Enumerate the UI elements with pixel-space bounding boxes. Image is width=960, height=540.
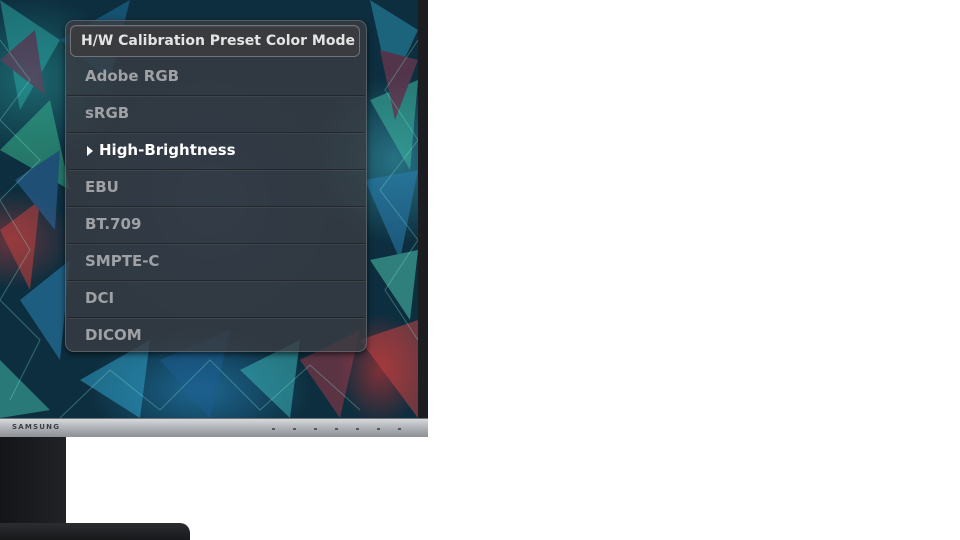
osd-option-adobe-rgb[interactable]: Adobe RGB	[67, 59, 365, 96]
osd-option-label: High-Brightness	[99, 141, 236, 159]
osd-option-smpte-c[interactable]: SMPTE-C	[67, 244, 365, 281]
osd-title: H/W Calibration Preset Color Mode	[81, 33, 355, 49]
control-button[interactable]	[398, 428, 401, 430]
osd-option-srgb[interactable]: sRGB	[67, 96, 365, 133]
osd-option-label: BT.709	[85, 215, 142, 233]
osd-menu: H/W Calibration Preset Color Mode Adobe …	[65, 20, 367, 352]
osd-option-dicom[interactable]: DICOM	[67, 318, 365, 354]
monitor-stand-neck	[0, 437, 66, 525]
stage: SAMSUNG H/W Calibration Preset Color Mod…	[0, 0, 960, 540]
control-button[interactable]	[272, 428, 275, 430]
osd-option-ebu[interactable]: EBU	[67, 170, 365, 207]
control-button[interactable]	[293, 428, 296, 430]
monitor-stand-base	[0, 523, 190, 540]
control-button[interactable]	[335, 428, 338, 430]
monitor-control-buttons	[272, 428, 401, 430]
triangle-right-icon	[87, 146, 93, 156]
osd-option-list: Adobe RGB sRGB High-Brightness EBU BT.70…	[67, 59, 365, 354]
osd-option-label: Adobe RGB	[85, 67, 180, 85]
osd-option-bt709[interactable]: BT.709	[67, 207, 365, 244]
osd-title-bar: H/W Calibration Preset Color Mode	[70, 25, 360, 57]
osd-option-dci[interactable]: DCI	[67, 281, 365, 318]
osd-option-label: EBU	[85, 178, 119, 196]
control-button[interactable]	[356, 428, 359, 430]
osd-option-high-brightness[interactable]: High-Brightness	[67, 133, 365, 170]
osd-option-label: sRGB	[85, 104, 130, 122]
osd-option-label: DICOM	[85, 326, 142, 344]
control-button[interactable]	[314, 428, 317, 430]
control-button[interactable]	[377, 428, 380, 430]
osd-option-label: DCI	[85, 289, 115, 307]
brand-logo: SAMSUNG	[12, 423, 61, 431]
osd-option-label: SMPTE-C	[85, 252, 160, 270]
